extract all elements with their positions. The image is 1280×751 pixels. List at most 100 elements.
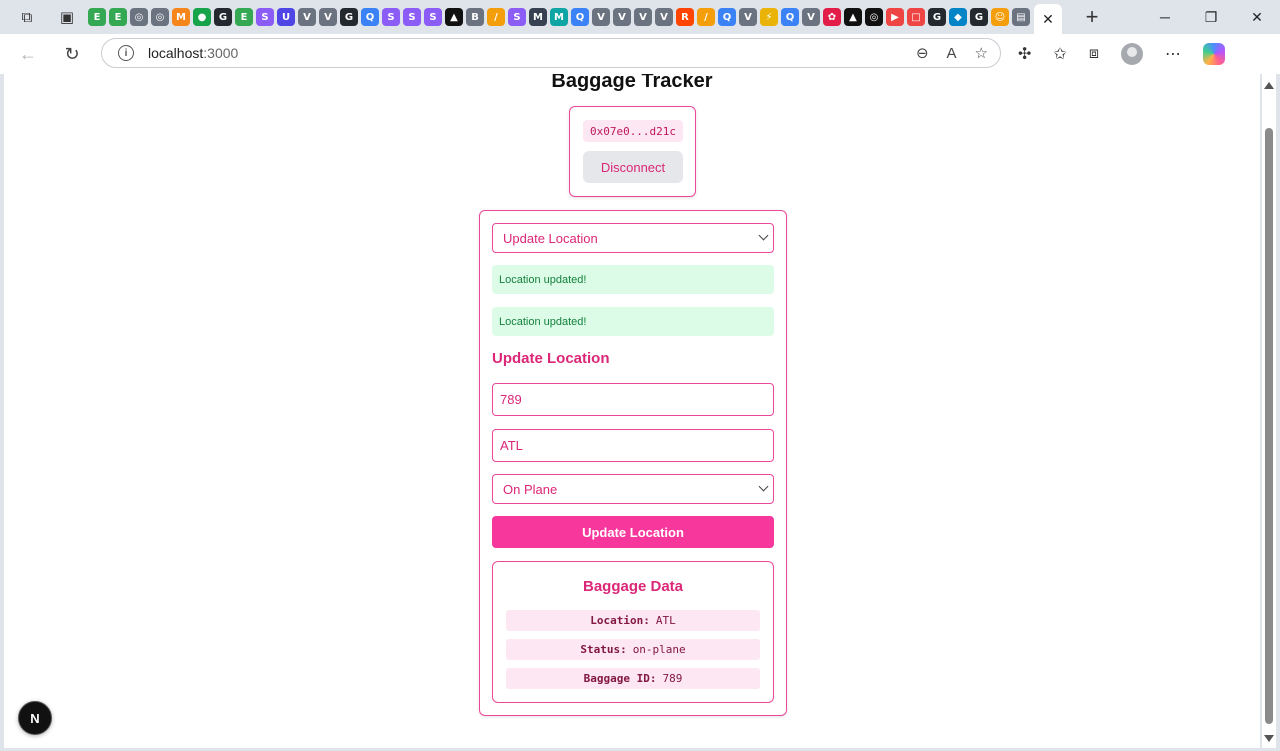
- data-row: Baggage ID: 789: [506, 668, 760, 689]
- tab-favicon[interactable]: ◆: [949, 8, 967, 26]
- tab-favicon[interactable]: Q: [361, 8, 379, 26]
- tracker-card: Update Location Location updated! Locati…: [479, 210, 787, 716]
- tab-favicon[interactable]: V: [319, 8, 337, 26]
- action-select[interactable]: Update Location: [492, 223, 774, 253]
- favorites-icon[interactable]: ✩: [1053, 44, 1066, 64]
- tab-favicon[interactable]: V: [592, 8, 610, 26]
- tab-favicon[interactable]: ▶: [886, 8, 904, 26]
- tab-favicon[interactable]: Q: [571, 8, 589, 26]
- tab-favicon[interactable]: S: [424, 8, 442, 26]
- update-location-button[interactable]: Update Location: [492, 516, 774, 548]
- page-scrollbar[interactable]: [1262, 74, 1276, 748]
- data-value: ATL: [655, 614, 676, 627]
- scroll-up-arrow[interactable]: [1264, 82, 1274, 89]
- data-row: Location: ATL: [506, 610, 760, 631]
- tab-favicon[interactable]: ◎: [865, 8, 883, 26]
- scroll-thumb[interactable]: [1265, 128, 1273, 724]
- site-info-icon[interactable]: i: [118, 45, 134, 61]
- tab-favicon[interactable]: E: [235, 8, 253, 26]
- chevron-down-icon: [758, 230, 769, 241]
- section-title: Update Location: [492, 350, 610, 367]
- baggage-data-panel: Baggage Data Location: ATL Status: on-pl…: [492, 561, 774, 703]
- data-value: 789: [662, 672, 683, 685]
- baggage-data-title: Baggage Data: [582, 578, 684, 595]
- data-key: Status:: [580, 643, 627, 656]
- tab-list: E E ◎ ◎ M ● G E S U V V G Q S S S ▲ B / S M M Q V V V V R / Q V ⚡ Q V ✿ ▲ ◎ ▶ □…: [88, 8, 1030, 26]
- success-alert: Location updated!: [492, 265, 774, 294]
- disconnect-button[interactable]: Disconnect: [583, 151, 683, 183]
- tab-favicon[interactable]: □: [907, 8, 925, 26]
- tab-favicon[interactable]: /: [487, 8, 505, 26]
- status-select[interactable]: On Plane: [492, 474, 774, 504]
- tab-favicon[interactable]: ☺: [991, 8, 1009, 26]
- read-aloud-icon[interactable]: A: [947, 45, 957, 62]
- tab-favicon[interactable]: Q: [718, 8, 736, 26]
- minimize-button[interactable]: ─: [1142, 0, 1188, 34]
- workspaces-icon[interactable]: ⧉: [14, 4, 40, 30]
- tab-favicon[interactable]: V: [802, 8, 820, 26]
- scroll-down-arrow[interactable]: [1264, 735, 1274, 742]
- back-button[interactable]: ←: [14, 40, 42, 68]
- refresh-button[interactable]: ↻: [58, 40, 86, 68]
- more-menu-icon[interactable]: ⋯: [1165, 44, 1181, 64]
- tab-favicon[interactable]: U: [277, 8, 295, 26]
- data-key: Location:: [590, 614, 650, 627]
- tab-favicon[interactable]: /: [697, 8, 715, 26]
- tab-favicon[interactable]: S: [403, 8, 421, 26]
- restore-button[interactable]: ❐: [1188, 0, 1234, 34]
- tab-favicon[interactable]: ▲: [445, 8, 463, 26]
- baggage-id-input[interactable]: 789: [492, 383, 774, 416]
- wallet-panel: 0x07e0...d21c Disconnect: [569, 106, 696, 197]
- new-tab-button[interactable]: +: [1080, 4, 1104, 30]
- tab-favicon[interactable]: R: [676, 8, 694, 26]
- tab-favicon[interactable]: ◎: [130, 8, 148, 26]
- copilot-icon[interactable]: [1203, 43, 1225, 65]
- tab-favicon[interactable]: ▲: [844, 8, 862, 26]
- address-bar[interactable]: i localhost:3000 ⊖ A ☆: [101, 38, 1001, 68]
- tab-favicon[interactable]: S: [508, 8, 526, 26]
- extensions-icon[interactable]: ✣: [1018, 44, 1031, 64]
- tab-favicon[interactable]: G: [928, 8, 946, 26]
- location-input[interactable]: ATL: [492, 429, 774, 462]
- close-window-button[interactable]: ✕: [1234, 0, 1280, 34]
- tab-favicon[interactable]: G: [214, 8, 232, 26]
- wallet-address: 0x07e0...d21c: [583, 120, 683, 142]
- page-title: Baggage Tracker: [551, 74, 713, 92]
- tab-favicon[interactable]: V: [634, 8, 652, 26]
- action-select-value: Update Location: [503, 230, 598, 246]
- tab-favicon[interactable]: E: [88, 8, 106, 26]
- profile-avatar[interactable]: [1121, 43, 1143, 65]
- success-alert: Location updated!: [492, 307, 774, 336]
- active-tab[interactable]: ✕: [1034, 4, 1062, 34]
- nextjs-dev-badge[interactable]: N: [18, 701, 52, 735]
- tab-favicon[interactable]: Q: [781, 8, 799, 26]
- tab-favicon[interactable]: V: [739, 8, 757, 26]
- browser-toolbar: ← ↻ i localhost:3000 ⊖ A ☆ ✣ ✩ ⧈ ⋯: [0, 34, 1280, 74]
- tab-favicon[interactable]: M: [550, 8, 568, 26]
- tab-favicon[interactable]: ⚡: [760, 8, 778, 26]
- tab-favicon[interactable]: B: [466, 8, 484, 26]
- tab-favicon[interactable]: G: [970, 8, 988, 26]
- tab-favicon[interactable]: M: [172, 8, 190, 26]
- data-value: on-plane: [632, 643, 686, 656]
- tab-actions-icon[interactable]: ▣: [54, 4, 80, 30]
- tab-favicon[interactable]: G: [340, 8, 358, 26]
- tab-favicon[interactable]: S: [382, 8, 400, 26]
- tab-favicon[interactable]: ▤: [1012, 8, 1030, 26]
- tab-favicon[interactable]: V: [298, 8, 316, 26]
- chevron-down-icon: [758, 481, 769, 492]
- favorite-star-icon[interactable]: ☆: [975, 44, 988, 62]
- tab-favicon[interactable]: V: [655, 8, 673, 26]
- close-tab-icon[interactable]: ✕: [1042, 11, 1054, 28]
- collections-icon[interactable]: ⧈: [1089, 45, 1099, 63]
- tab-favicon[interactable]: S: [256, 8, 274, 26]
- status-select-value: On Plane: [503, 481, 558, 497]
- tab-favicon[interactable]: ◎: [151, 8, 169, 26]
- zoom-icon[interactable]: ⊖: [916, 44, 929, 62]
- url-text[interactable]: localhost:3000: [148, 45, 238, 61]
- tab-favicon[interactable]: E: [109, 8, 127, 26]
- tab-favicon[interactable]: ✿: [823, 8, 841, 26]
- tab-favicon[interactable]: ●: [193, 8, 211, 26]
- tab-favicon[interactable]: V: [613, 8, 631, 26]
- tab-favicon[interactable]: M: [529, 8, 547, 26]
